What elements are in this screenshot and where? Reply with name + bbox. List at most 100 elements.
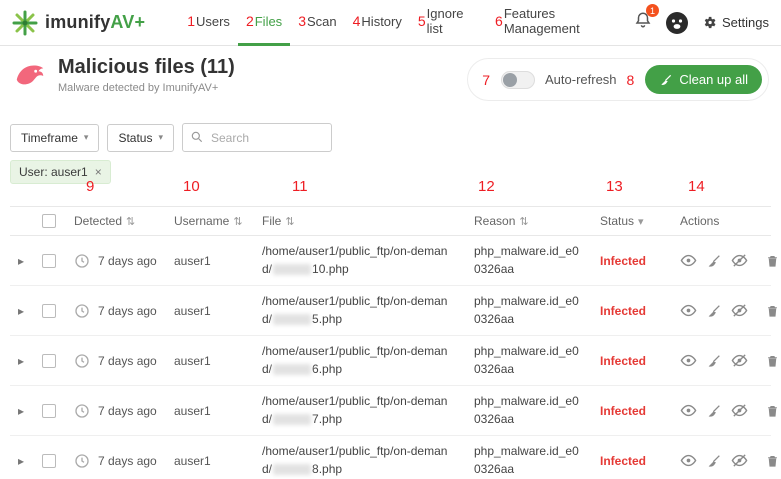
filter-bar: Timeframe ▾ Status ▾: [10, 123, 771, 152]
row-checkbox[interactable]: [42, 454, 56, 468]
brand[interactable]: imunifyAV+: [12, 10, 145, 36]
row-checkbox[interactable]: [42, 254, 56, 268]
cleanup-file-icon[interactable]: [706, 253, 722, 269]
ignore-file-icon[interactable]: [731, 352, 748, 369]
nav-item[interactable]: 3 Scan: [290, 0, 344, 46]
notifications-button[interactable]: 1: [634, 11, 652, 34]
row-reason: php_malware.id_e00326aa: [474, 244, 579, 275]
nav-item[interactable]: 6 Features Management: [487, 0, 634, 46]
ignore-file-icon[interactable]: [731, 452, 748, 469]
view-file-icon[interactable]: [680, 452, 697, 469]
cleanup-file-icon[interactable]: [706, 453, 722, 469]
header-file[interactable]: File⇅: [254, 214, 466, 228]
view-file-icon[interactable]: [680, 302, 697, 319]
table-row: ▸ 7 days ago auser1 /home/auser1/public_…: [10, 336, 771, 386]
delete-file-icon[interactable]: [765, 303, 780, 319]
detected-time: 7 days ago: [98, 304, 157, 318]
auto-refresh-label: Auto-refresh: [545, 72, 617, 87]
nav-item[interactable]: 2 Files: [238, 0, 290, 46]
view-file-icon[interactable]: [680, 352, 697, 369]
clean-up-all-button[interactable]: Clean up all: [645, 65, 762, 94]
header-reason[interactable]: Reason⇅: [466, 214, 592, 228]
table-body: ▸ 7 days ago auser1 /home/auser1/public_…: [10, 236, 771, 479]
top-nav: imunifyAV+ 1 Users 2 Files 3 Scan 4 Hist…: [0, 0, 781, 46]
sort-icon: ⇅: [126, 216, 135, 228]
row-file-path: /home/auser1/public_ftp/on-demand/7.php: [254, 393, 466, 428]
table-row: ▸ 7 days ago auser1 /home/auser1/public_…: [10, 286, 771, 336]
annotation-13: 13: [606, 178, 623, 195]
delete-file-icon[interactable]: [765, 253, 780, 269]
status-filter-label: Status: [118, 131, 152, 145]
user-filter-chip[interactable]: User: auser1 ×: [10, 160, 111, 184]
detected-time: 7 days ago: [98, 354, 157, 368]
cleanup-file-icon[interactable]: [706, 353, 722, 369]
expand-row-icon[interactable]: ▸: [18, 304, 24, 318]
status-filter[interactable]: Status ▾: [107, 124, 174, 152]
chevron-down-icon: ▾: [84, 132, 89, 143]
header-detected[interactable]: Detected⇅: [66, 214, 166, 228]
table-row: ▸ 7 days ago auser1 /home/auser1/public_…: [10, 236, 771, 286]
imunify-dragon-icon: [12, 58, 48, 92]
active-filters: User: auser1 ×: [10, 160, 771, 184]
redacted-text: [273, 264, 311, 275]
expand-row-icon[interactable]: ▸: [18, 404, 24, 418]
annotation-11: 11: [292, 178, 308, 195]
clock-icon: [74, 453, 90, 469]
search-input[interactable]: [182, 123, 332, 152]
file-path-suffix: 6.php: [312, 362, 342, 376]
ignore-file-icon[interactable]: [731, 402, 748, 419]
row-checkbox[interactable]: [42, 304, 56, 318]
annotation-12: 12: [478, 178, 495, 195]
row-checkbox[interactable]: [42, 404, 56, 418]
view-file-icon[interactable]: [680, 402, 697, 419]
nav-item[interactable]: 1 Users: [179, 0, 238, 46]
header-status[interactable]: Status▾: [592, 214, 672, 228]
delete-file-icon[interactable]: [765, 353, 780, 369]
sort-icon: ⇅: [233, 216, 242, 228]
redacted-text: [273, 314, 311, 325]
ignore-file-icon[interactable]: [731, 302, 748, 319]
sort-icon: ⇅: [285, 216, 294, 228]
expand-row-icon[interactable]: ▸: [18, 454, 24, 468]
timeframe-filter[interactable]: Timeframe ▾: [10, 124, 99, 152]
avatar[interactable]: [665, 11, 689, 35]
nav-item-label: Files: [255, 14, 282, 29]
redacted-text: [273, 364, 311, 375]
status-badge: Infected: [600, 404, 646, 418]
brand-text: imunifyAV+: [45, 12, 145, 33]
table-row: ▸ 7 days ago auser1 /home/auser1/public_…: [10, 436, 771, 479]
row-username: auser1: [174, 454, 211, 468]
expand-row-icon[interactable]: ▸: [18, 354, 24, 368]
sort-icon: ⇅: [519, 216, 528, 228]
auto-refresh-toggle[interactable]: [501, 71, 535, 89]
expand-row-icon[interactable]: ▸: [18, 254, 24, 268]
gear-icon: [702, 15, 717, 30]
delete-file-icon[interactable]: [765, 453, 780, 469]
table-header: Detected⇅ Username⇅ File⇅ Reason⇅ Status…: [10, 206, 771, 236]
file-path-suffix: 8.php: [312, 462, 342, 476]
detected-time: 7 days ago: [98, 254, 157, 268]
delete-file-icon[interactable]: [765, 403, 780, 419]
table-row: ▸ 7 days ago auser1 /home/auser1/public_…: [10, 386, 771, 436]
nav-item[interactable]: 5 Ignore list: [410, 0, 487, 46]
cleanup-file-icon[interactable]: [706, 403, 722, 419]
clock-icon: [74, 353, 90, 369]
row-file-path: /home/auser1/public_ftp/on-demand/10.php: [254, 243, 466, 278]
row-reason: php_malware.id_e00326aa: [474, 294, 579, 325]
view-file-icon[interactable]: [680, 252, 697, 269]
header-username[interactable]: Username⇅: [166, 214, 254, 228]
nav-item[interactable]: 4 History: [345, 0, 410, 46]
chip-close-icon[interactable]: ×: [95, 165, 102, 179]
file-path-suffix: 7.php: [312, 412, 342, 426]
row-checkbox[interactable]: [42, 354, 56, 368]
select-all-checkbox[interactable]: [42, 214, 56, 228]
ignore-file-icon[interactable]: [731, 252, 748, 269]
clock-icon: [74, 303, 90, 319]
row-reason: php_malware.id_e00326aa: [474, 344, 579, 375]
cleanup-file-icon[interactable]: [706, 303, 722, 319]
settings-button[interactable]: Settings: [702, 15, 769, 30]
search-box: [182, 123, 332, 152]
malicious-files-table: Detected⇅ Username⇅ File⇅ Reason⇅ Status…: [10, 206, 771, 479]
redacted-text: [273, 464, 311, 475]
nav-right: 1 Settings: [634, 11, 769, 35]
